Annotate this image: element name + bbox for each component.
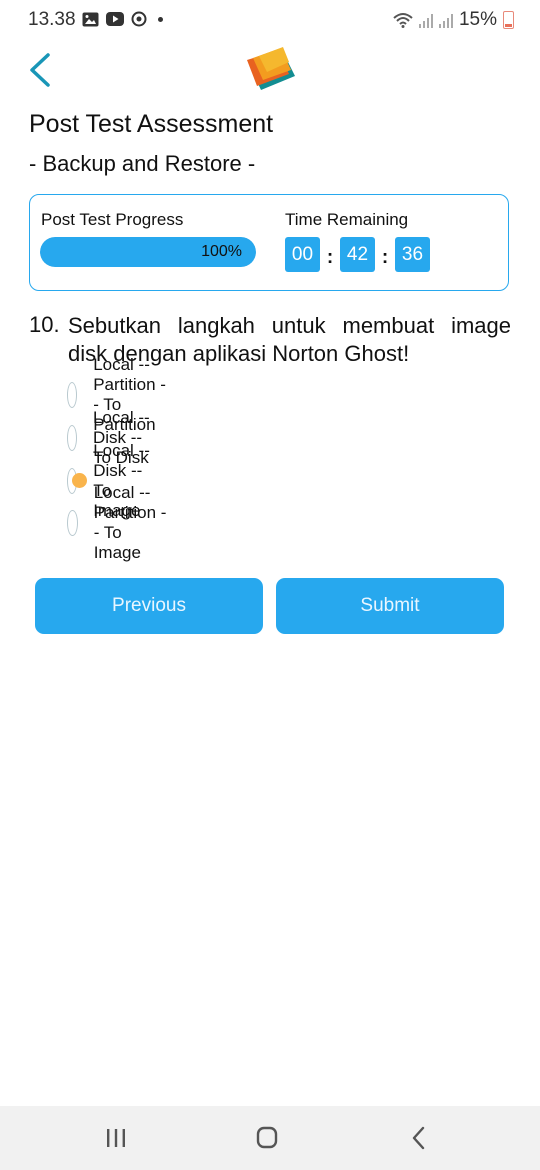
radio-button[interactable] — [67, 382, 78, 408]
answer-option[interactable]: Local -- Partition -- To Partition — [67, 355, 171, 434]
timer-separator: : — [326, 246, 334, 268]
notification-icons — [82, 11, 163, 27]
signal-icon — [418, 12, 433, 28]
previous-button[interactable]: Previous — [35, 578, 263, 634]
system-nav-bar — [0, 1106, 540, 1170]
status-time: 13.38 — [28, 9, 76, 30]
system-icons: 15% — [393, 9, 514, 31]
youtube-icon — [106, 12, 124, 26]
radio-button[interactable] — [67, 468, 88, 494]
answer-option[interactable]: Local -- Partition -- To Image — [67, 483, 171, 562]
back-icon[interactable] — [398, 1124, 438, 1152]
battery-percent: 15% — [458, 9, 497, 30]
image-icon — [82, 12, 99, 26]
radio-button[interactable] — [67, 425, 77, 451]
status-bar: 13.38 15% — [0, 0, 540, 42]
chevron-left-icon[interactable] — [22, 50, 62, 90]
timer-minutes: 42 — [340, 237, 375, 272]
signal-icon — [438, 12, 453, 28]
submit-button[interactable]: Submit — [276, 578, 504, 634]
progress-card: Post Test Progress Time Remaining 100% 0… — [29, 194, 509, 291]
timer-separator: : — [381, 246, 389, 268]
dot-icon — [158, 16, 163, 22]
books-logo-icon — [247, 47, 295, 90]
timer-hours: 00 — [285, 237, 320, 272]
answer-option-label: Local -- Partition -- To Image — [93, 483, 167, 562]
wifi-icon — [393, 13, 413, 28]
progress-label: Post Test Progress — [41, 210, 184, 229]
countdown-timer: 00 : 42 : 36 — [285, 237, 430, 272]
page-subtitle: - Backup and Restore - — [29, 151, 256, 176]
battery-icon — [503, 11, 514, 29]
page-title: Post Test Assessment — [29, 110, 274, 138]
home-icon[interactable] — [247, 1124, 287, 1152]
timer-seconds: 36 — [395, 237, 430, 272]
sync-icon — [131, 11, 147, 27]
recent-apps-icon[interactable] — [96, 1124, 136, 1152]
progress-bar: 100% — [40, 237, 256, 267]
progress-percent: 100% — [201, 243, 242, 260]
time-remaining-label: Time Remaining — [285, 210, 409, 229]
radio-button[interactable] — [67, 510, 78, 536]
question-number: 10. — [29, 312, 60, 337]
